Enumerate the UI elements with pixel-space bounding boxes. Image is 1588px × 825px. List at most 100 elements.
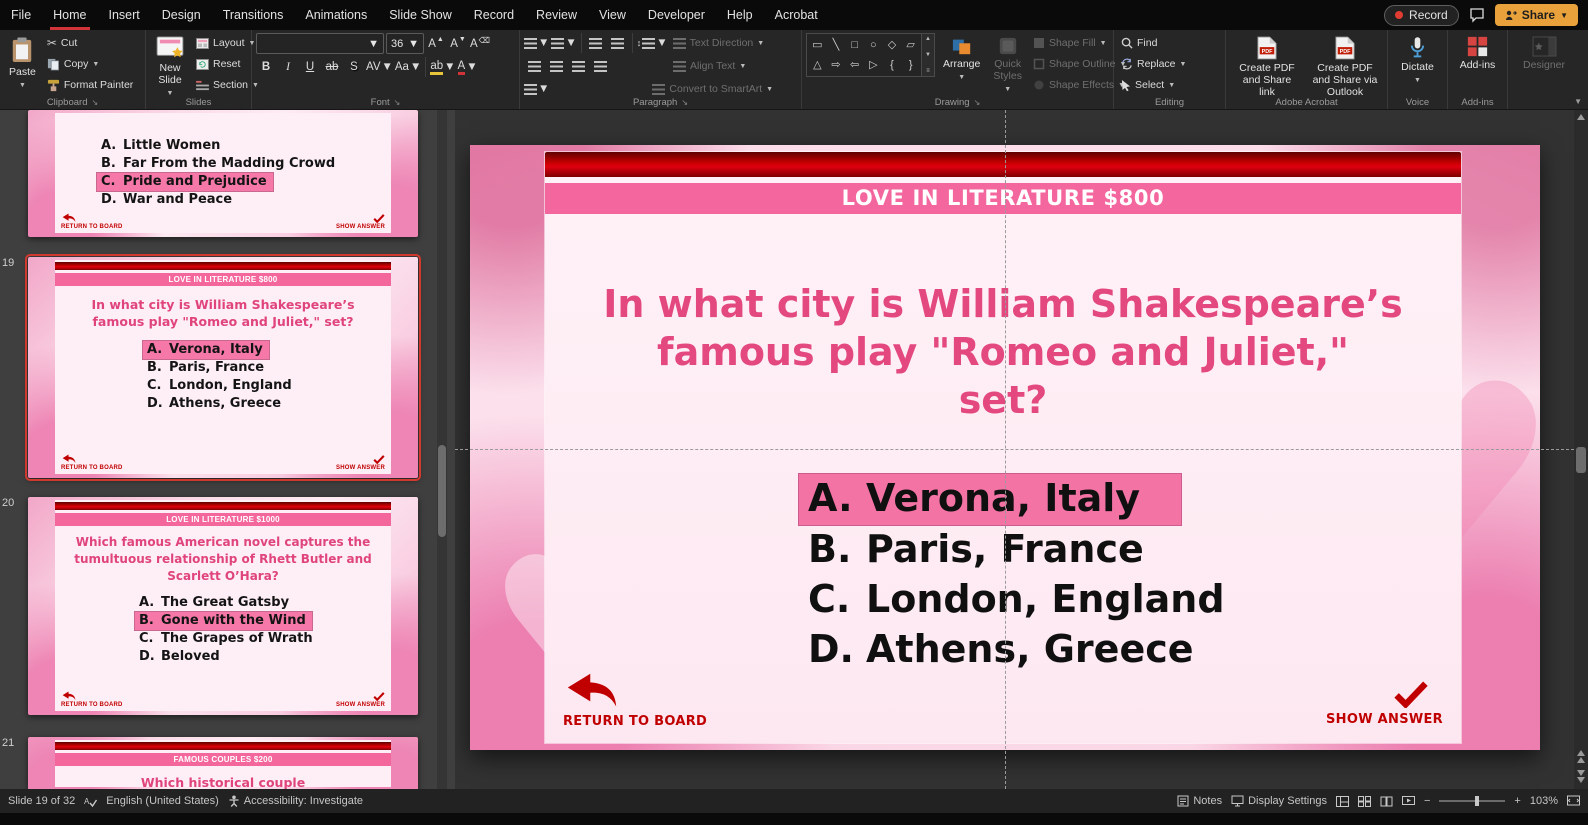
next-slide-button[interactable] <box>1577 770 1585 783</box>
dictate-button[interactable]: Dictate ▼ <box>1392 33 1443 90</box>
text-direction-button[interactable]: Text Direction ▼ <box>670 33 768 53</box>
slide-19-thumbnail[interactable]: LOVE IN LITERATURE $800 In what city is … <box>25 254 421 481</box>
shape-square-icon[interactable]: □ <box>851 39 858 51</box>
columns-button[interactable]: ▼ <box>524 79 549 99</box>
spellcheck-button[interactable]: A <box>84 795 98 807</box>
slide-title-bar[interactable]: LOVE IN LITERATURE $800 <box>545 183 1461 214</box>
menu-transitions[interactable]: Transitions <box>212 0 295 30</box>
paste-button[interactable]: Paste ▼ <box>4 33 41 95</box>
shape-arrow-right-icon[interactable]: ⇨ <box>831 59 840 71</box>
slide-sorter-view-button[interactable] <box>1357 795 1371 807</box>
collapse-ribbon-icon[interactable]: ▼ <box>1574 97 1582 106</box>
menu-file[interactable]: File <box>0 0 42 30</box>
menu-design[interactable]: Design <box>151 0 212 30</box>
copy-button[interactable]: Copy ▼ <box>44 54 136 74</box>
menu-home[interactable]: Home <box>42 0 97 30</box>
shapes-gallery[interactable]: ▭ ╲ □ ○ ◇ ▱ △ ⇨ ⇦ ▷ {} <box>806 33 922 77</box>
underline-button[interactable]: U <box>300 57 320 77</box>
slide-21-thumbnail[interactable]: FAMOUS COUPLES $200 Which historical cou… <box>28 737 418 789</box>
designer-button[interactable]: Designer <box>1512 33 1576 74</box>
align-center-button[interactable] <box>546 56 566 76</box>
change-case-button[interactable]: Aa ▼ <box>395 57 421 77</box>
shape-pointer-icon[interactable]: ▷ <box>869 59 877 71</box>
zoom-in-button[interactable]: + <box>1514 795 1520 807</box>
shape-arrow-left-icon[interactable]: ⇦ <box>850 59 859 71</box>
replace-button[interactable]: Replace ▼ <box>1118 54 1221 74</box>
zoom-level[interactable]: 103% <box>1530 795 1558 807</box>
shapes-gallery-scroll[interactable]: ▲ ▼ ≡ <box>922 33 935 77</box>
previous-slide-button[interactable] <box>1577 750 1585 763</box>
more-shapes-icon[interactable]: ≡ <box>926 68 930 74</box>
show-answer-button[interactable]: SHOW ANSWER <box>1326 681 1443 727</box>
thumbnail-scrollbar-thumb[interactable] <box>438 445 446 537</box>
return-to-board-button[interactable]: RETURN TO BOARD <box>563 672 707 729</box>
fit-to-window-button[interactable] <box>1567 795 1580 807</box>
create-pdf-share-link-button[interactable]: PDF Create PDF and Share link <box>1230 33 1304 101</box>
line-spacing-button[interactable]: ↕ ▼ <box>637 33 668 53</box>
slideshow-view-button[interactable] <box>1401 795 1415 807</box>
answer-option-b[interactable]: B. Paris, France <box>808 526 1154 575</box>
menu-help[interactable]: Help <box>716 0 764 30</box>
create-pdf-outlook-button[interactable]: PDF Create PDF and Share via Outlook <box>1307 33 1383 101</box>
menu-review[interactable]: Review <box>525 0 588 30</box>
numbering-button[interactable]: ▼ <box>551 33 577 53</box>
align-left-button[interactable] <box>524 56 544 76</box>
strikethrough-button[interactable]: ab <box>322 57 342 77</box>
zoom-slider-thumb[interactable] <box>1475 796 1480 806</box>
add-ins-button[interactable]: Add-ins <box>1452 33 1503 74</box>
editor-scrollbar[interactable] <box>1574 110 1588 789</box>
menu-slide-show[interactable]: Slide Show <box>378 0 463 30</box>
slide-indicator[interactable]: Slide 19 of 32 <box>8 795 75 807</box>
menu-animations[interactable]: Animations <box>294 0 378 30</box>
language-indicator[interactable]: English (United States) <box>106 795 219 807</box>
quick-styles-button[interactable]: Quick Styles ▼ <box>988 33 1027 99</box>
slide-editor[interactable]: ♥ ♥ ♥ LOVE IN LITERATURE $800 In what ci… <box>455 110 1588 789</box>
decrease-font-size-button[interactable]: A ▼ <box>448 34 468 54</box>
dialog-launcher-icon[interactable]: ↘ <box>394 98 401 107</box>
convert-to-smartart-button[interactable]: Convert to SmartArt ▼ <box>649 79 776 99</box>
slide-20-thumbnail[interactable]: LOVE IN LITERATURE $1000 Which famous Am… <box>28 497 418 715</box>
notes-toggle[interactable]: Notes <box>1177 795 1222 807</box>
menu-acrobat[interactable]: Acrobat <box>764 0 829 30</box>
cut-button[interactable]: ✂ Cut <box>44 33 136 53</box>
display-settings-button[interactable]: Display Settings <box>1231 795 1327 807</box>
text-highlight-button[interactable]: ab ▼ <box>430 57 456 77</box>
select-button[interactable]: Select ▼ <box>1118 75 1221 95</box>
scroll-down-icon[interactable]: ▼ <box>925 52 931 58</box>
clear-formatting-button[interactable]: A ⌫ <box>470 34 490 54</box>
shape-brace-close-icon[interactable]: } <box>909 59 913 71</box>
shape-brace-open-icon[interactable]: { <box>890 59 894 71</box>
shape-rect-icon[interactable]: ▭ <box>812 39 822 51</box>
text-shadow-button[interactable]: S <box>344 57 364 77</box>
normal-view-button[interactable] <box>1335 795 1349 807</box>
slide-18-thumbnail[interactable]: A. Little Women B. Far From the Madding Cr… <box>28 110 418 237</box>
scroll-up-icon[interactable] <box>1577 114 1585 120</box>
new-slide-button[interactable]: New Slide ▼ <box>150 33 190 103</box>
character-spacing-button[interactable]: AV ▼ <box>366 57 393 77</box>
share-button[interactable]: Share ▼ <box>1494 4 1578 26</box>
thumbnail-scrollbar[interactable] <box>437 110 447 789</box>
accessibility-checker[interactable]: Accessibility: Investigate <box>228 795 363 807</box>
font-color-button[interactable]: A ▼ <box>457 57 478 77</box>
dialog-launcher-icon[interactable]: ↘ <box>681 98 688 107</box>
zoom-out-button[interactable]: − <box>1424 795 1430 807</box>
menu-insert[interactable]: Insert <box>98 0 151 30</box>
increase-font-size-button[interactable]: A ▲ <box>426 34 446 54</box>
dialog-launcher-icon[interactable]: ↘ <box>974 98 981 107</box>
decrease-indent-button[interactable] <box>586 33 606 53</box>
record-button[interactable]: Record <box>1384 4 1459 26</box>
align-text-button[interactable]: Align Text ▼ <box>670 56 749 76</box>
slide-options-textbox[interactable]: A. Verona, Italy B. Paris, France C. London… <box>799 474 1235 676</box>
answer-option-d[interactable]: D. Athens, Greece <box>808 626 1204 675</box>
italic-button[interactable]: I <box>278 57 298 77</box>
shape-circle-icon[interactable]: ○ <box>870 39 877 51</box>
menu-record[interactable]: Record <box>463 0 525 30</box>
answer-option-c[interactable]: C. London, England <box>808 576 1235 625</box>
shape-parallelogram-icon[interactable]: ▱ <box>906 39 914 51</box>
format-painter-button[interactable]: Format Painter <box>44 75 136 95</box>
find-button[interactable]: Find <box>1118 33 1221 53</box>
slide-canvas[interactable]: ♥ ♥ ♥ LOVE IN LITERATURE $800 In what ci… <box>470 145 1556 750</box>
justify-button[interactable] <box>590 56 610 76</box>
font-size-combo[interactable]: 36 ▼ <box>386 33 424 54</box>
increase-indent-button[interactable] <box>608 33 628 53</box>
